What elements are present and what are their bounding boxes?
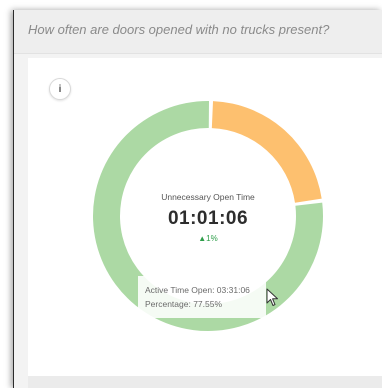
up-arrow-icon: ▲ <box>198 234 207 243</box>
center-delta-value: 1% <box>206 234 218 243</box>
center-value: 01:01:06 <box>167 208 249 229</box>
tooltip-line-active-time: Active Time Open: 03:31:06 <box>145 285 250 295</box>
tooltip-line-percentage: Percentage: 77.55% <box>145 299 223 309</box>
widget-frame: How often are doors opened with no truck… <box>13 10 382 388</box>
mouse-cursor-icon <box>266 288 278 306</box>
widget-title: How often are doors opened with no truck… <box>28 22 330 37</box>
center-label: Unnecessary Open Time <box>161 192 255 202</box>
chart-tooltip: Active Time Open: 03:31:06 Percentage: 7… <box>138 276 266 318</box>
widget-header: How often are doors opened with no truck… <box>14 10 382 54</box>
widget-footer <box>28 376 382 388</box>
center-delta: ▲1% <box>178 234 238 243</box>
donut-slice-unnecessary-open-time[interactable] <box>211 101 322 203</box>
chart-panel: i Unnecessary Open Time 01:01:06 ▲1% Act… <box>28 58 382 376</box>
